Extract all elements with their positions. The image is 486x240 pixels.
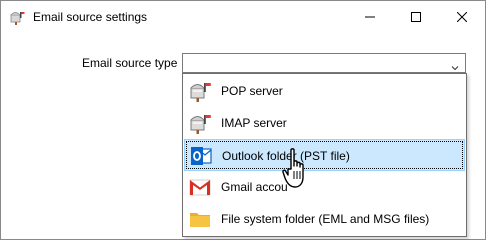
title-bar[interactable]: Email source settings — [1, 1, 485, 33]
mailbox-icon — [188, 111, 212, 135]
chevron-down-icon — [451, 59, 459, 71]
email-source-type-dropdown: POP server IMAP server Outlook folder (P… — [182, 73, 467, 237]
minimize-icon — [365, 12, 375, 22]
dropdown-item-label: File system folder (EML and MSG files) — [221, 212, 430, 226]
dropdown-item-label: POP server — [221, 84, 283, 98]
dropdown-item-label: IMAP server — [221, 116, 287, 130]
dropdown-item-imap-server[interactable]: IMAP server — [184, 107, 465, 139]
gmail-icon — [188, 175, 212, 199]
maximize-button[interactable] — [393, 1, 439, 32]
minimize-button[interactable] — [347, 1, 393, 32]
dropdown-item-pop-server[interactable]: POP server — [184, 75, 465, 107]
window-title: Email source settings — [33, 10, 148, 24]
close-button[interactable] — [439, 1, 485, 32]
dropdown-item-label: Gmail accou — [221, 180, 288, 194]
folder-icon — [188, 207, 212, 231]
email-source-settings-window: Email source settings Email source type — [0, 0, 486, 240]
dropdown-item-gmail-account[interactable]: Gmail accou — [184, 171, 465, 203]
dropdown-item-outlook-folder[interactable]: Outlook folder (PST file) — [184, 139, 465, 171]
close-icon — [457, 11, 467, 22]
hand-pointer-cursor-icon — [282, 147, 316, 191]
dropdown-item-file-system-folder[interactable]: File system folder (EML and MSG files) — [184, 203, 465, 235]
email-source-type-label: Email source type — [82, 56, 178, 70]
outlook-icon — [189, 144, 213, 168]
email-source-type-select[interactable] — [182, 53, 466, 73]
mailbox-icon — [188, 79, 212, 103]
mailbox-icon — [9, 9, 25, 25]
maximize-icon — [411, 11, 421, 22]
